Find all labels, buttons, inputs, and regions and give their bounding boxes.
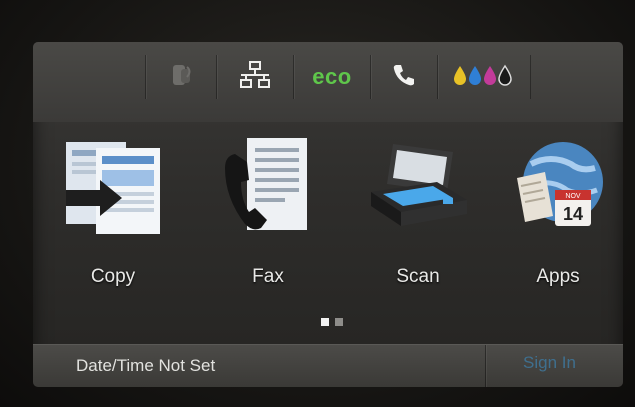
printer-touchscreen: eco Copy Fax Scan NOV 14 Apps Date/Time … [33, 42, 623, 387]
phone-icon [391, 62, 417, 93]
page-dot-2[interactable] [335, 318, 343, 326]
page-indicator [321, 318, 343, 326]
fax-label: Fax [252, 266, 284, 287]
apps-icon: NOV 14 [503, 134, 613, 244]
eco-icon: eco [312, 64, 352, 89]
fax-status-button[interactable] [370, 55, 437, 99]
datetime-status[interactable]: Date/Time Not Set [76, 356, 215, 376]
scan-label: Scan [396, 266, 440, 287]
network-button[interactable] [216, 55, 293, 99]
fax-tile[interactable]: Fax [203, 134, 333, 304]
page-dot-1[interactable] [321, 318, 329, 326]
eco-button[interactable]: eco [293, 55, 370, 99]
copy-icon [58, 134, 168, 244]
calendar-day: 14 [563, 204, 583, 224]
calendar-month: NOV [565, 193, 581, 200]
copy-tile[interactable]: Copy [48, 134, 178, 304]
network-icon [238, 60, 272, 95]
ink-levels-icon [452, 63, 516, 92]
status-bar: eco [33, 42, 623, 122]
scan-icon [363, 134, 473, 244]
scan-tile[interactable]: Scan [353, 134, 483, 304]
copy-label: Copy [90, 266, 136, 287]
bottom-divider [485, 345, 486, 387]
apps-label: Apps [536, 266, 580, 287]
wireless-direct-button[interactable] [145, 55, 216, 99]
sign-in-button[interactable]: Sign In [523, 353, 576, 373]
wireless-direct-icon [167, 61, 195, 94]
ink-levels-button[interactable] [437, 55, 531, 99]
fax-icon [213, 134, 323, 244]
app-tiles: Copy Fax Scan NOV 14 Apps [33, 134, 623, 304]
bottom-bar: Date/Time Not Set Sign In [33, 344, 623, 387]
apps-tile[interactable]: NOV 14 Apps [493, 134, 623, 304]
